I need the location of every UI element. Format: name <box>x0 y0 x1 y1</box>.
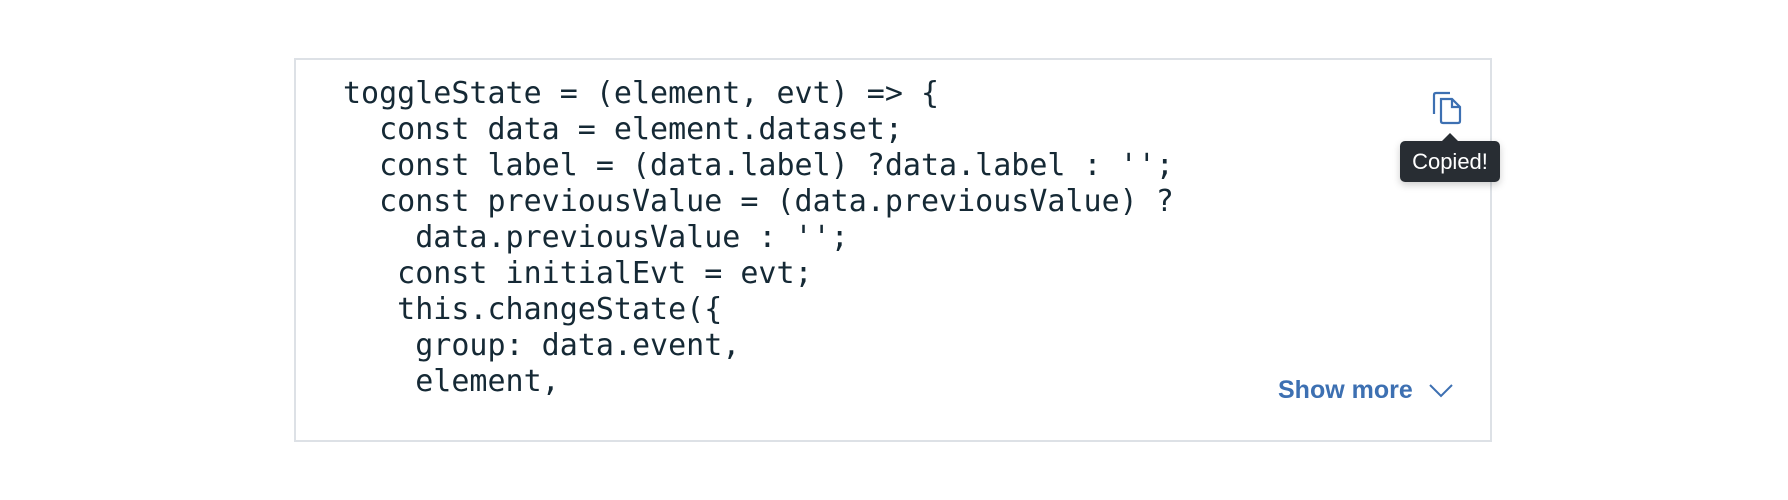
code-line: const initialEvt = evt; <box>343 256 813 291</box>
chevron-down-icon <box>1429 383 1453 397</box>
code-line: toggleState = (element, evt) => { <box>343 76 940 111</box>
show-more-label: Show more <box>1278 376 1413 404</box>
show-more-button[interactable]: Show more <box>1278 376 1453 405</box>
code-line: const label = (data.label) ?data.label :… <box>343 148 1174 183</box>
copied-tooltip: Copied! <box>1400 133 1500 182</box>
code-line: data.previousValue : ''; <box>343 220 849 255</box>
copy-icon <box>1432 91 1462 125</box>
code-line: element, <box>343 364 560 399</box>
code-line: const data = element.dataset; <box>343 112 903 147</box>
code-line: group: data.event, <box>343 328 741 363</box>
code-line: this.changeState({ <box>343 292 723 327</box>
copy-button[interactable] <box>1430 90 1466 126</box>
code-snippet: toggleState = (element, evt) => { const … <box>294 58 1500 442</box>
code-line: const previousValue = (data.previousValu… <box>343 184 1174 219</box>
code-block: toggleState = (element, evt) => { const … <box>343 76 1174 400</box>
